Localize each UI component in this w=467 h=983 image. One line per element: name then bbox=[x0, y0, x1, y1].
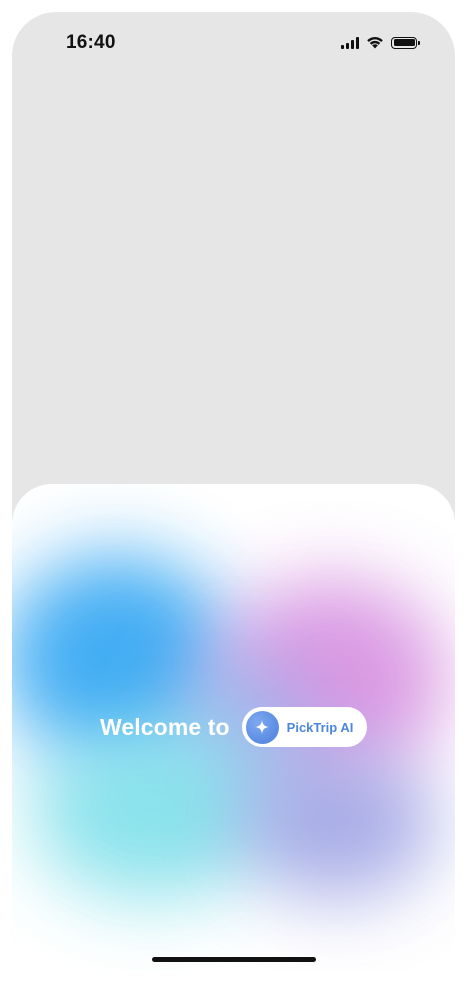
status-time: 16:40 bbox=[66, 32, 116, 53]
status-icons bbox=[341, 36, 420, 49]
wifi-icon bbox=[367, 37, 383, 49]
brand-logo bbox=[245, 710, 279, 744]
brand-badge: PickTrip AI bbox=[241, 707, 368, 747]
battery-icon bbox=[391, 36, 420, 49]
cellular-signal-icon bbox=[341, 36, 359, 49]
welcome-text: Welcome to bbox=[100, 713, 230, 740]
gradient-blob-violet bbox=[237, 749, 437, 899]
welcome-heading: Welcome to PickTrip AI bbox=[100, 707, 368, 747]
status-bar: 16:40 bbox=[12, 12, 455, 72]
battery-level bbox=[393, 39, 415, 46]
welcome-sheet: Welcome to PickTrip AI bbox=[12, 484, 455, 972]
gradient-blob-cyan bbox=[32, 729, 272, 899]
home-indicator[interactable] bbox=[152, 957, 316, 962]
brand-name: PickTrip AI bbox=[286, 719, 354, 735]
phone-screen: 16:40 Welcome to PickTrip AI bbox=[12, 12, 455, 972]
sparkle-icon bbox=[255, 720, 270, 734]
